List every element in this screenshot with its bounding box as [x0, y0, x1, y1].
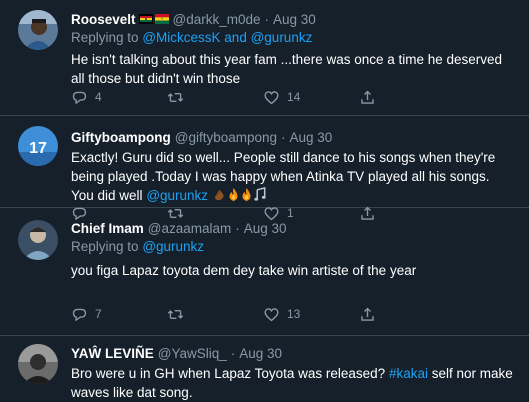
music-notes-icon — [254, 187, 266, 201]
user-handle[interactable]: @darkk_m0de — [173, 12, 261, 27]
replying-label: Replying to — [71, 239, 139, 254]
replying-to: Replying to @MickcessK and @gurunkz — [71, 29, 515, 47]
tweet-text: He isn't talking about this year fam ...… — [71, 52, 503, 86]
like-count: 14 — [287, 90, 301, 104]
retweet-button[interactable] — [167, 89, 263, 106]
reply-icon — [72, 91, 87, 104]
tweet-yaw-levine[interactable]: YAŴ LEVIÑE @YawSliq_ · Aug 30 Bro were u… — [0, 336, 529, 402]
separator: · — [264, 11, 270, 27]
flag-emojis — [138, 14, 169, 24]
tweet-text: Bro were u in GH when Lapaz Toyota was r… — [71, 364, 515, 402]
fire-icon — [242, 188, 251, 201]
mention-link[interactable]: @MickcessK — [142, 30, 220, 45]
tweet-text: you figa Lapaz toyota dem dey take win a… — [71, 263, 417, 278]
user-handle[interactable]: @giftyboampong — [175, 130, 277, 145]
share-button[interactable] — [359, 89, 376, 106]
share-button[interactable] — [359, 306, 376, 323]
tweet-text-content: Bro were u in GH when Lapaz Toyota was r… — [71, 366, 386, 381]
retweet-button[interactable] — [167, 306, 263, 323]
svg-text:17: 17 — [29, 140, 47, 157]
mention-link[interactable]: @gurunkz — [251, 30, 313, 45]
reply-count: 7 — [95, 307, 102, 321]
tweet-chief-imam[interactable]: Chief Imam @azaamalam · Aug 30 Replying … — [0, 208, 529, 336]
tweet-text-content: Exactly! Guru did so well... People stil… — [71, 150, 496, 203]
share-icon — [361, 307, 374, 321]
tweet-date[interactable]: Aug 30 — [239, 346, 282, 361]
separator: · — [281, 129, 286, 145]
tweet-date[interactable]: Aug 30 — [290, 130, 333, 145]
tweet-roosevelt[interactable]: Roosevelt @darkk_m0de · Aug 30 Replying … — [0, 0, 529, 116]
avatar[interactable] — [18, 344, 58, 384]
replying-label: Replying to — [71, 30, 139, 45]
replying-to: Replying to @gurunkz — [71, 238, 515, 256]
ghana-flag-icon — [154, 14, 169, 24]
avatar[interactable] — [18, 220, 58, 260]
heart-icon — [264, 90, 279, 104]
mention-link[interactable]: @gurunkz — [142, 239, 204, 254]
avatar[interactable] — [18, 10, 58, 50]
tweet-giftyboampong[interactable]: 17 Giftyboampong @giftyboampong · Aug 30… — [0, 116, 529, 220]
avatar[interactable]: 17 — [18, 126, 58, 166]
reply-button[interactable]: 7 — [71, 306, 167, 323]
reply-icon — [72, 308, 87, 321]
reply-count: 4 — [95, 90, 102, 104]
user-handle[interactable]: @YawSliq_ — [158, 346, 227, 361]
retweet-icon — [167, 92, 184, 102]
tweet-text: Exactly! Guru did so well... People stil… — [71, 148, 515, 205]
like-button[interactable]: 14 — [263, 89, 359, 106]
clapping-hands-icon — [214, 190, 224, 201]
tweet-date[interactable]: Aug 30 — [273, 12, 316, 27]
reply-button[interactable]: 4 — [71, 89, 167, 106]
reply-and-label: and — [224, 30, 247, 45]
like-count: 13 — [287, 307, 301, 321]
user-handle[interactable]: @azaamalam — [148, 221, 232, 236]
display-name[interactable]: Chief Imam — [71, 221, 144, 236]
fire-icon — [229, 188, 238, 201]
ghana-flag-icon — [138, 14, 153, 24]
display-name[interactable]: Giftyboampong — [71, 130, 171, 145]
separator: · — [235, 220, 240, 236]
like-button[interactable]: 13 — [263, 306, 359, 323]
retweet-icon — [167, 309, 184, 319]
hashtag-link[interactable]: #kakai — [389, 366, 428, 381]
display-name[interactable]: Roosevelt — [71, 12, 136, 27]
display-name[interactable]: YAŴ LEVIÑE — [71, 346, 154, 361]
mention-link[interactable]: @gurunkz — [146, 188, 208, 203]
separator: · — [230, 345, 236, 361]
tweet-date[interactable]: Aug 30 — [244, 221, 287, 236]
share-icon — [361, 90, 374, 104]
heart-icon — [264, 307, 279, 321]
